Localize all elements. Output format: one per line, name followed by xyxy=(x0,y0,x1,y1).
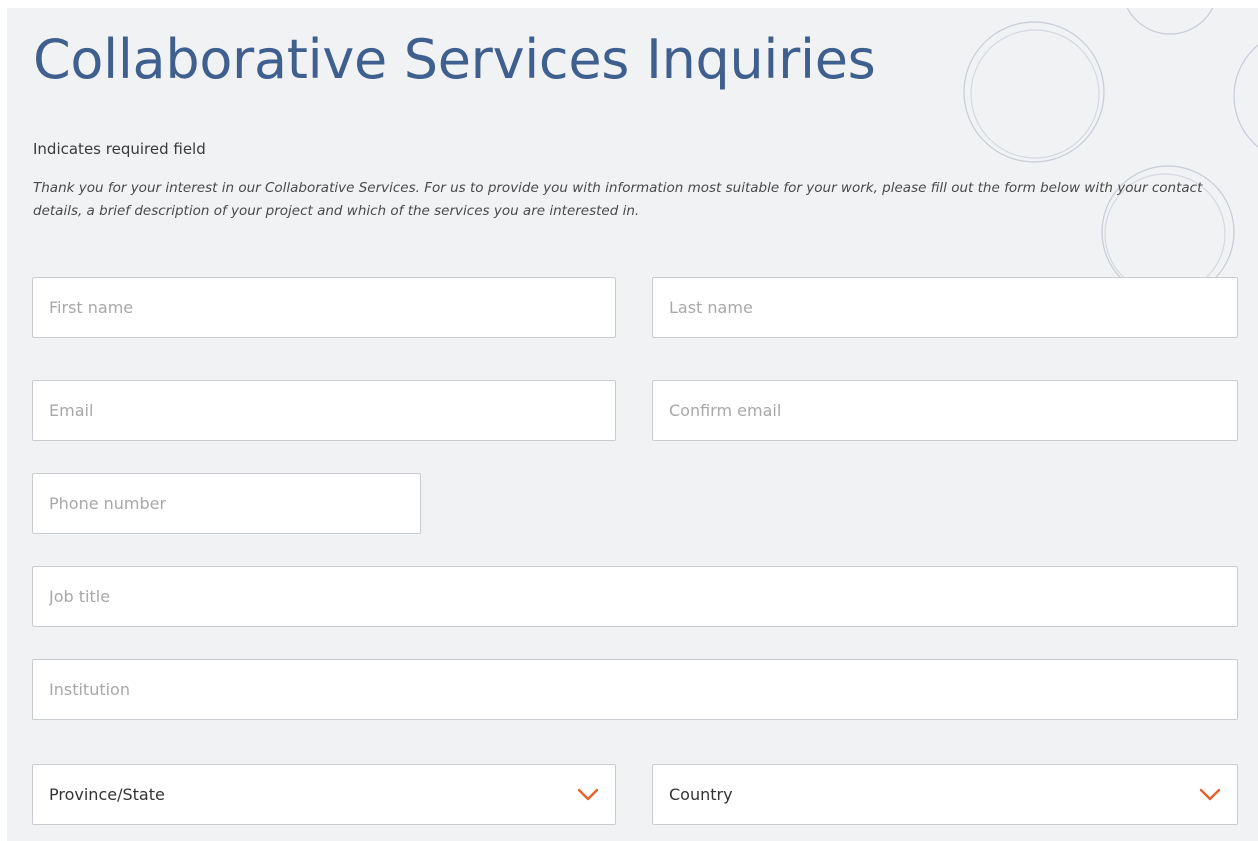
last-name-input[interactable] xyxy=(652,277,1238,338)
required-field-note: Indicates required field xyxy=(33,140,206,158)
country-select[interactable]: Country xyxy=(652,764,1238,825)
phone-number-input[interactable] xyxy=(32,473,421,534)
province-state-value: Province/State xyxy=(49,785,165,804)
country-value: Country xyxy=(669,785,733,804)
confirm-email-input[interactable] xyxy=(652,380,1238,441)
chevron-down-icon xyxy=(577,788,599,800)
first-name-input[interactable] xyxy=(32,277,616,338)
chevron-down-icon xyxy=(1199,788,1221,800)
email-input[interactable] xyxy=(32,380,616,441)
intro-text: Thank you for your interest in our Colla… xyxy=(33,180,1203,219)
page-title: Collaborative Services Inquiries xyxy=(33,28,876,91)
province-state-select[interactable]: Province/State xyxy=(32,764,616,825)
form-page: Collaborative Services Inquiries Indicat… xyxy=(7,8,1258,841)
job-title-input[interactable] xyxy=(32,566,1238,627)
institution-input[interactable] xyxy=(32,659,1238,720)
